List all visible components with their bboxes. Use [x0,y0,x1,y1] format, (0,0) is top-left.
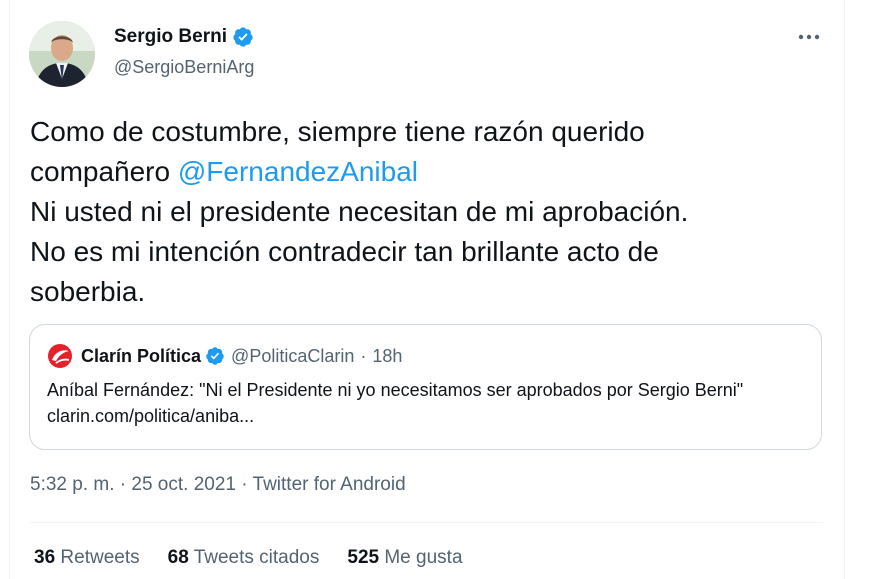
tweet-timestamp-time[interactable]: 5:32 p. m. [30,474,115,495]
likes-count: 525 [347,547,380,568]
quote-tweets-stat[interactable]: 68 Tweets citados [168,547,320,569]
likes-label: Me gusta [384,547,463,568]
meta-separator: · [241,474,248,495]
clarin-logo-icon [48,344,72,368]
quoted-time: 18h [372,345,403,366]
avatar[interactable] [29,21,95,87]
quoted-author-handle: @PoliticaClarin [231,345,355,366]
mention-link[interactable]: @FernandezAnibal [178,156,418,187]
author-name-row[interactable]: Sergio Berni [114,26,254,48]
tweet-text-line: No es mi intención contradecir tan brill… [30,236,659,267]
tweet-timestamp-date[interactable]: 25 oct. 2021 [131,474,236,495]
meta-separator: · [119,474,127,495]
tweet-text-line: Ni usted ni el presidente necesitan de m… [30,196,689,227]
tweet-text-line: soberbia. [30,276,146,307]
tweet-card: Sergio Berni @SergioBerniArg Como de cos… [9,0,845,579]
tweet-text-line: Como de costumbre, siempre tiene razón q… [30,116,645,147]
quoted-author-name: Clarín Política [81,345,202,366]
author-name[interactable]: Sergio Berni [114,26,227,48]
quoted-separator: · [360,345,367,366]
retweets-stat[interactable]: 36 Retweets [34,547,140,569]
tweet-source-link[interactable]: Twitter for Android [253,474,406,495]
likes-stat[interactable]: 525 Me gusta [347,547,462,569]
quote-tweets-count: 68 [167,547,189,568]
tweet-text-line: compañero [30,156,178,187]
tweet-metadata: 5:32 p. m. · 25 oct. 2021 · Twitter for … [30,474,406,496]
quoted-tweet[interactable]: Clarín Política @PoliticaClarin · 18h An… [29,324,822,450]
retweets-count: 36 [34,547,56,568]
quoted-tweet-text: Aníbal Fernández: "Ni el Presidente ni y… [47,380,744,426]
verified-badge-icon [233,27,253,47]
tweet-stats: 36 Retweets 68 Tweets citados 525 Me gus… [34,547,491,569]
author-handle[interactable]: @SergioBerniArg [114,57,254,78]
more-options-icon [798,34,820,40]
more-options-button[interactable] [794,22,824,52]
quoted-tweet-header: Clarín Política @PoliticaClarin · 18h [47,343,402,369]
quote-tweets-label: Tweets citados [193,547,320,568]
avatar-image [29,21,95,87]
tweet-text: Como de costumbre, siempre tiene razón q… [30,112,820,312]
verified-badge-icon [206,347,224,365]
retweets-label: Retweets [60,547,140,568]
divider [30,522,823,523]
